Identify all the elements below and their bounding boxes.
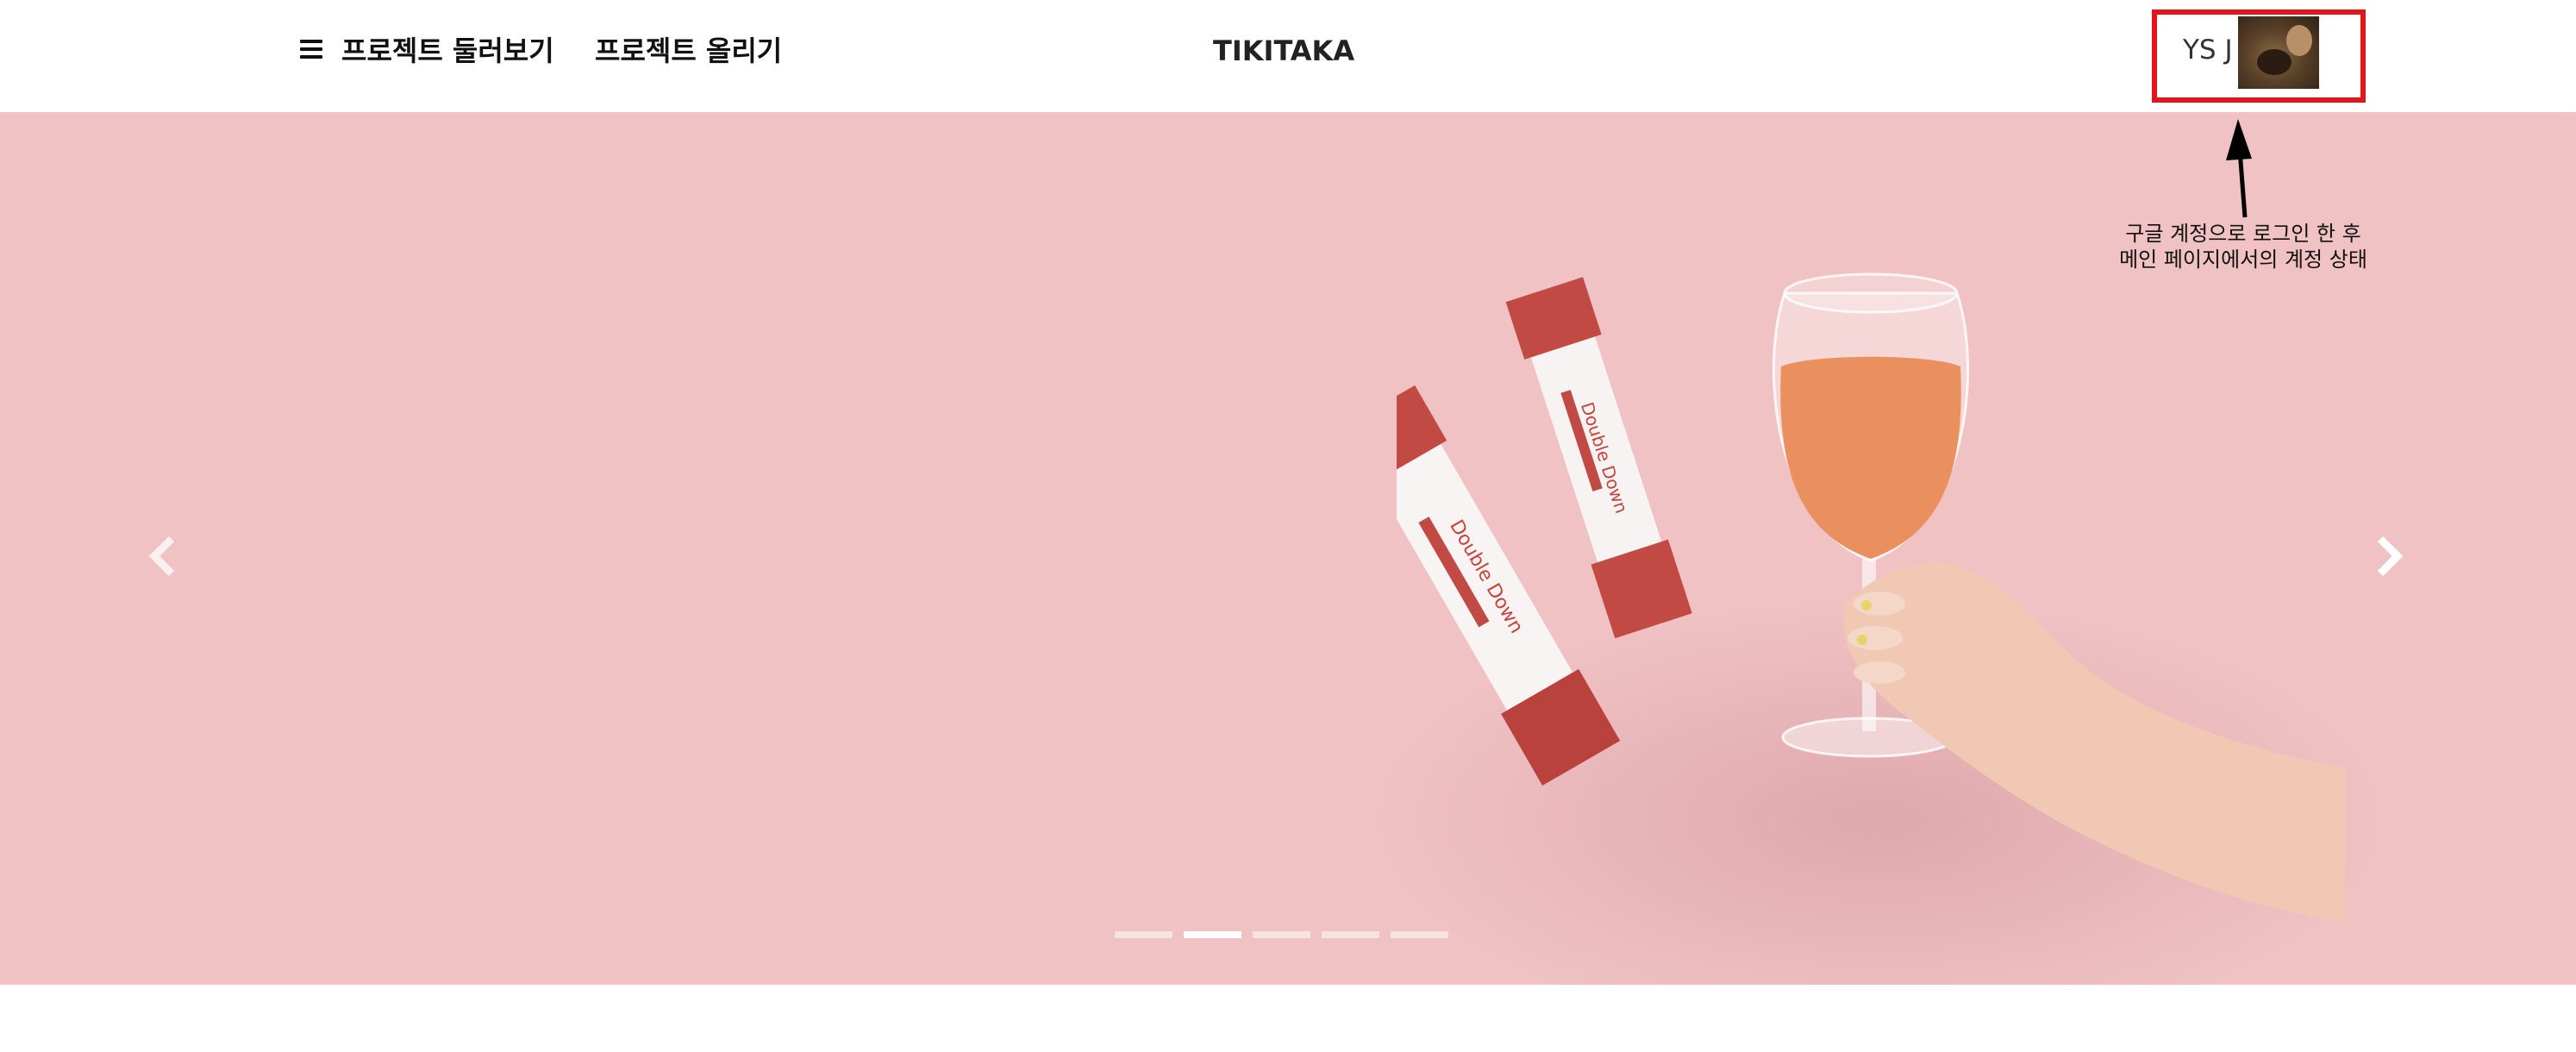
site-logo[interactable]: TIKITAKA xyxy=(1213,28,1354,74)
annotation-line-1: 구글 계정으로 로그인 한 후 xyxy=(2125,222,2361,246)
chevron-left-icon xyxy=(148,535,175,577)
browse-projects-link[interactable]: 프로젝트 둘러보기 xyxy=(300,26,554,72)
carousel-indicator[interactable] xyxy=(1253,931,1310,938)
account-name[interactable]: YS J xyxy=(2183,26,2233,74)
carousel-indicator-active[interactable] xyxy=(1184,931,1241,938)
carousel-indicators xyxy=(1115,931,1460,938)
annotation-line-2: 메인 페이지에서의 계정 상태 xyxy=(2119,247,2367,272)
annotation-text: 구글 계정으로 로그인 한 후 메인 페이지에서의 계정 상태 xyxy=(2069,221,2417,272)
site-header: 프로젝트 둘러보기 프로젝트 올리기 TIKITAKA YS J xyxy=(0,0,2576,112)
avatar[interactable] xyxy=(2238,16,2319,89)
product-sticks-wine-glass-image: Double Down Double Down xyxy=(1397,272,2345,923)
hamburger-icon[interactable] xyxy=(300,40,322,59)
upload-project-link[interactable]: 프로젝트 올리기 xyxy=(595,26,782,72)
carousel-next-button[interactable] xyxy=(2364,517,2416,595)
upload-project-label: 프로젝트 올리기 xyxy=(595,34,783,67)
chevron-right-icon xyxy=(2377,535,2404,577)
carousel-indicator[interactable] xyxy=(1115,931,1172,938)
carousel-indicator[interactable] xyxy=(1391,931,1448,938)
carousel-indicator[interactable] xyxy=(1322,931,1379,938)
browse-projects-label: 프로젝트 둘러보기 xyxy=(341,34,554,67)
carousel-prev-button[interactable] xyxy=(136,517,188,595)
arrow-up-icon xyxy=(2226,119,2252,218)
